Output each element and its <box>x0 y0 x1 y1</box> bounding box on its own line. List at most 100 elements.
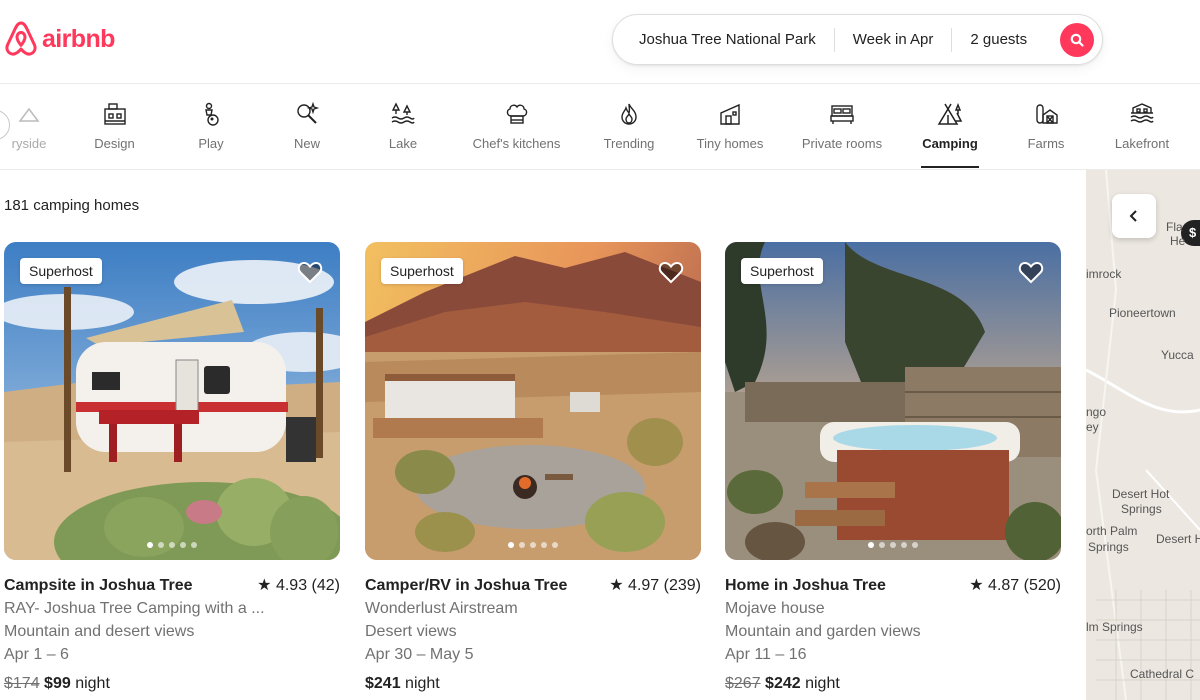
listing-name: Wonderlust Airstream <box>365 600 518 617</box>
carousel-dot <box>541 542 547 548</box>
category-tiny-homes[interactable]: Tiny homes <box>695 84 765 169</box>
listing-name: Mojave house <box>725 600 825 617</box>
listing-name: RAY- Joshua Tree Camping with a ... <box>4 600 265 617</box>
map-label: orth Palm <box>1086 524 1138 538</box>
flame-icon <box>615 100 643 128</box>
listing-rating: ★ 4.93 (42) <box>257 577 340 594</box>
listing-price: $174 $99 night <box>4 672 340 695</box>
category-lake[interactable]: Lake <box>384 84 422 169</box>
lakefront-icon <box>1128 100 1156 128</box>
category-design[interactable]: Design <box>86 84 143 169</box>
listing-highlight: Mountain and desert views <box>4 623 195 640</box>
search-location[interactable]: Joshua Tree National Park <box>613 31 834 48</box>
map-label: Pioneertown <box>1109 306 1176 320</box>
tiny-home-icon <box>716 100 744 128</box>
carousel-dot <box>180 542 186 548</box>
map-label: Desert H <box>1156 532 1200 546</box>
listing-title[interactable]: Home in Joshua Tree <box>725 574 886 597</box>
carousel-dots <box>725 542 1061 548</box>
carousel-dots <box>365 542 701 548</box>
heart-icon[interactable] <box>296 258 324 286</box>
search-bar[interactable]: Joshua Tree National Park Week in Apr 2 … <box>612 14 1103 65</box>
search-dates[interactable]: Week in Apr <box>835 31 952 48</box>
map-label: Cathedral C <box>1130 667 1195 681</box>
original-price: $174 <box>4 675 40 692</box>
airbnb-logo[interactable]: airbnb <box>4 20 115 58</box>
category-lakefront[interactable]: Lakefront <box>1112 84 1172 169</box>
category-label: Private rooms <box>801 136 883 151</box>
chef-hat-icon <box>503 100 531 128</box>
listing-highlight: Mountain and garden views <box>725 623 921 640</box>
category-chefs-kitchens[interactable]: Chef's kitchens <box>469 84 564 169</box>
listing-image <box>365 242 701 560</box>
current-price: $99 <box>44 675 71 692</box>
category-new[interactable]: New <box>288 84 326 169</box>
category-label: Tiny homes <box>696 136 764 151</box>
map-label: Springs <box>1088 540 1129 554</box>
listing-photo[interactable]: Superhost <box>725 242 1061 560</box>
search-button[interactable] <box>1060 23 1094 57</box>
listing-info: Camper/RV in Joshua Tree ★ 4.97 (239) Wo… <box>365 574 701 695</box>
map-back-button[interactable] <box>1112 194 1156 238</box>
listing-photo[interactable]: Superhost <box>365 242 701 560</box>
listing-title[interactable]: Campsite in Joshua Tree <box>4 574 193 597</box>
heart-icon[interactable] <box>1017 258 1045 286</box>
category-trending[interactable]: Trending <box>601 84 657 169</box>
airbnb-logo-icon <box>5 21 37 56</box>
carousel-dot <box>912 542 918 548</box>
listing-highlight: Desert views <box>365 623 457 640</box>
listing-header-row: Campsite in Joshua Tree ★ 4.93 (42) <box>4 574 340 597</box>
map-label: ey <box>1086 420 1099 434</box>
new-icon <box>293 100 321 128</box>
listing-card[interactable]: Superhost Home in Joshua Tree ★ 4.87 (52… <box>725 242 1061 695</box>
carousel-dot <box>901 542 907 548</box>
barn-icon <box>1032 100 1060 128</box>
map-label: lm Springs <box>1086 620 1143 634</box>
listing-rating: ★ 4.97 (239) <box>609 577 701 594</box>
search-guests[interactable]: 2 guests <box>952 31 1045 48</box>
brand-name: airbnb <box>42 24 115 53</box>
category-label: Design <box>94 136 135 151</box>
carousel-dot <box>530 542 536 548</box>
category-farms[interactable]: Farms <box>1026 84 1066 169</box>
map-panel[interactable]: $ Fla He imrock Pioneertown Yucca ngo ey… <box>1086 170 1200 700</box>
tent-icon <box>936 100 964 128</box>
category-countryside[interactable]: ryside <box>4 84 54 169</box>
carousel-dot <box>158 542 164 548</box>
carousel-dot <box>868 542 874 548</box>
listing-rating: ★ 4.87 (520) <box>969 577 1061 594</box>
carousel-dot <box>191 542 197 548</box>
category-label: Camping <box>922 136 978 151</box>
category-play[interactable]: Play <box>192 84 230 169</box>
category-bar: ryside Design Play New Lake Chef's kitch… <box>0 84 1200 170</box>
category-private-rooms[interactable]: Private rooms <box>799 84 885 169</box>
map-label: Desert Hot <box>1112 487 1170 501</box>
listing-title[interactable]: Camper/RV in Joshua Tree <box>365 574 567 597</box>
superhost-badge: Superhost <box>741 258 823 284</box>
category-label: New <box>293 136 320 151</box>
search-icon <box>1070 33 1084 47</box>
category-label: Lakefront <box>1114 136 1170 151</box>
map-label: Yucca <box>1161 348 1194 362</box>
category-camping[interactable]: Camping <box>921 84 979 169</box>
map-label: imrock <box>1086 267 1122 281</box>
listing-card[interactable]: Superhost Camper/RV in Joshua Tree ★ 4.9… <box>365 242 701 695</box>
map-label: Fla <box>1166 220 1183 234</box>
category-label: ryside <box>11 136 47 151</box>
price-unit: night <box>75 675 110 692</box>
category-label: Lake <box>388 136 418 151</box>
listing-price: $267 $242 night <box>725 672 1061 695</box>
listing-dates: Apr 11 – 16 <box>725 646 807 663</box>
lake-icon <box>389 100 417 128</box>
countryside-icon <box>15 100 43 128</box>
listing-dates: Apr 30 – May 5 <box>365 646 474 663</box>
current-price: $241 <box>365 675 401 692</box>
listing-photo[interactable]: Superhost <box>4 242 340 560</box>
heart-icon[interactable] <box>657 258 685 286</box>
listing-price: $241 night <box>365 672 701 695</box>
listing-card[interactable]: Superhost Campsite in Joshua Tree ★ 4.93… <box>4 242 340 695</box>
listing-info: Campsite in Joshua Tree ★ 4.93 (42) RAY-… <box>4 574 340 695</box>
listing-dates: Apr 1 – 6 <box>4 646 69 663</box>
category-label: Play <box>198 136 224 151</box>
listing-header-row: Camper/RV in Joshua Tree ★ 4.97 (239) <box>365 574 701 597</box>
